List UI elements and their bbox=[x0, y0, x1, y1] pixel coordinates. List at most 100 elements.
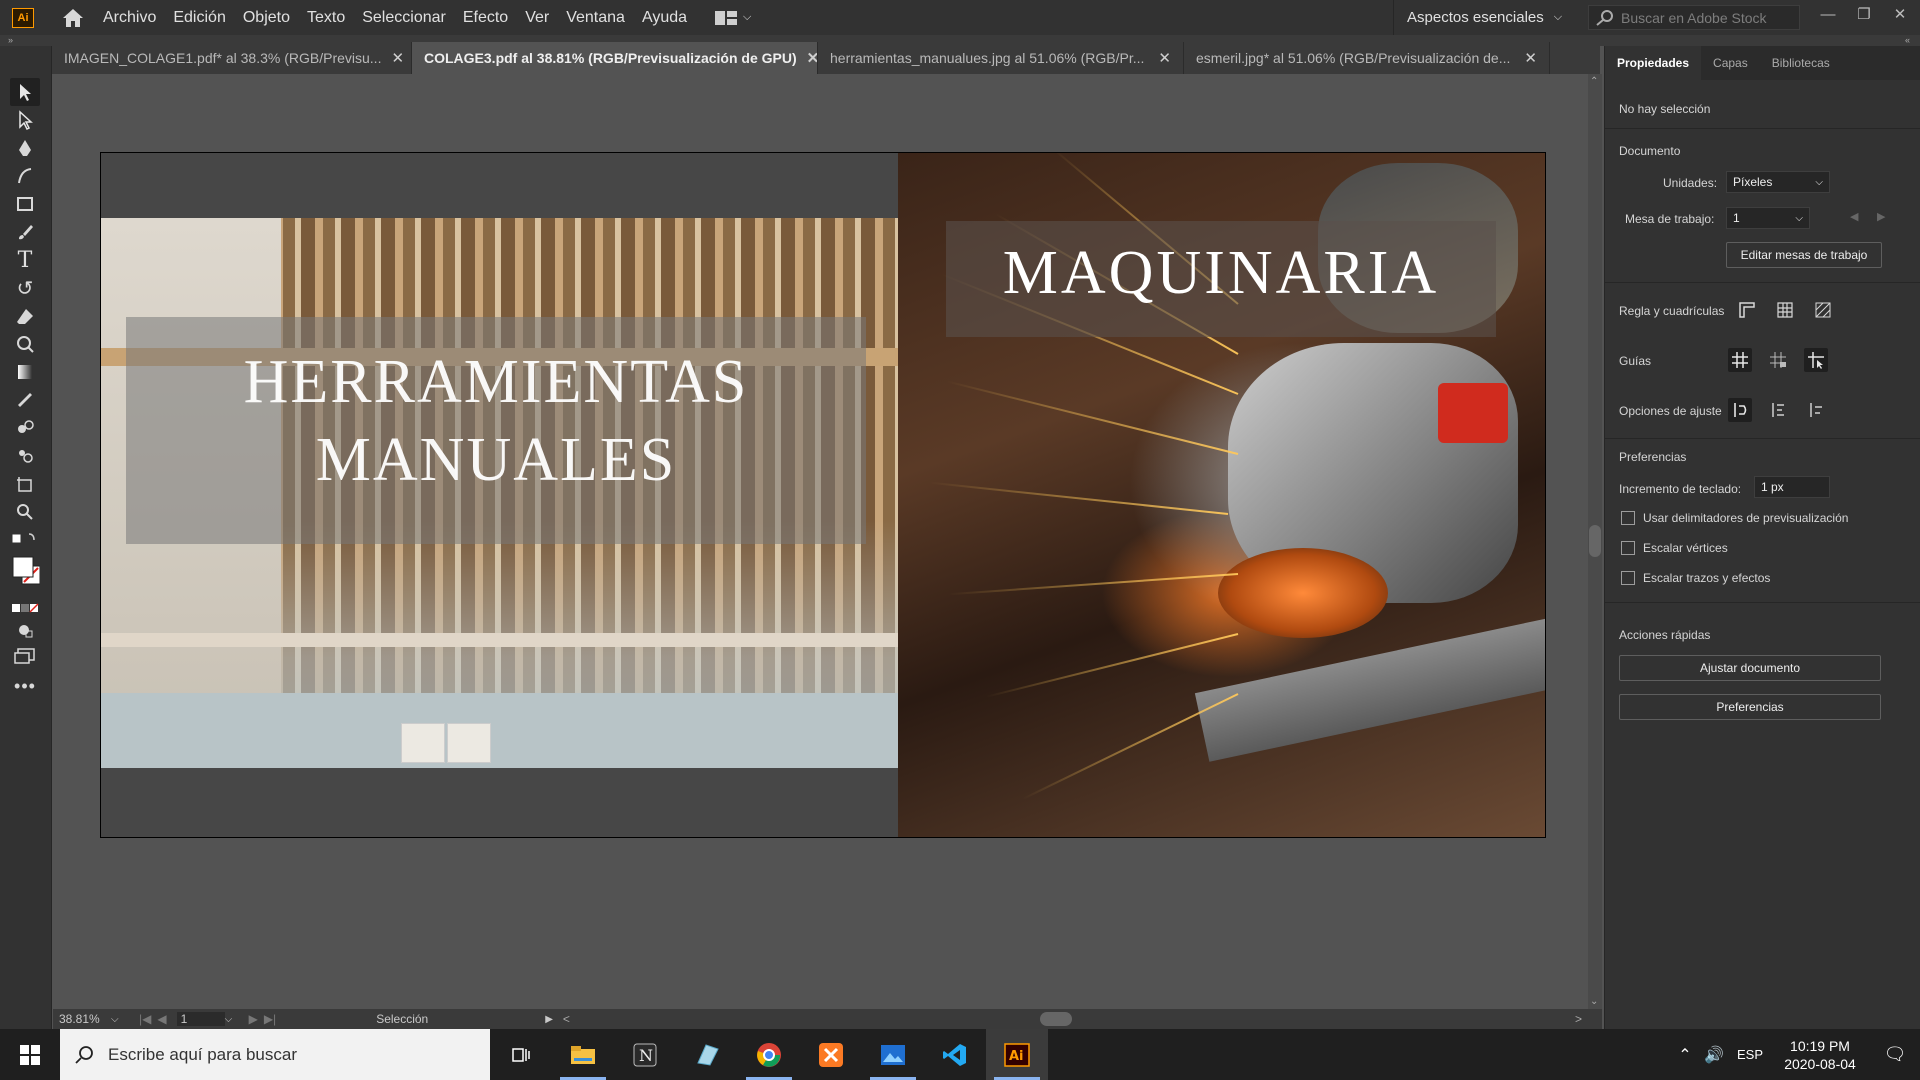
paintbrush-tool-icon[interactable] bbox=[10, 218, 40, 246]
menu-efecto[interactable]: Efecto bbox=[463, 5, 508, 31]
curvature-tool-icon[interactable] bbox=[10, 162, 40, 190]
ruler-icon[interactable] bbox=[1735, 298, 1759, 322]
prev-artboard-icon[interactable]: ◀ bbox=[157, 1012, 166, 1026]
collapse-arrows-icon[interactable]: » bbox=[8, 35, 13, 45]
workspace-switcher[interactable]: Aspectos esenciales ⌵ bbox=[1393, 0, 1578, 35]
ajustar-documento-button[interactable]: Ajustar documento bbox=[1619, 655, 1881, 681]
grid-icon[interactable] bbox=[1773, 298, 1797, 322]
status-menu-icon[interactable]: ▶ bbox=[545, 1014, 553, 1025]
zoom-value[interactable]: 38.81% bbox=[53, 1012, 111, 1026]
incremento-field[interactable]: 1 px bbox=[1754, 476, 1830, 498]
vertical-scrollbar[interactable]: ⌃ ⌄ bbox=[1588, 74, 1602, 1009]
scroll-left-icon[interactable]: < bbox=[563, 1012, 570, 1026]
left-title-text[interactable]: HERRAMIENTAS MANUALES bbox=[126, 343, 866, 499]
next-artboard-icon[interactable]: ▶ bbox=[249, 1012, 258, 1026]
close-icon[interactable]: ✕ bbox=[807, 49, 817, 67]
menu-seleccionar[interactable]: Seleccionar bbox=[362, 5, 446, 31]
draw-mode-icon[interactable] bbox=[10, 616, 40, 644]
menu-edicion[interactable]: Edición bbox=[173, 5, 225, 31]
photos-icon[interactable] bbox=[862, 1029, 924, 1080]
snap-to-point-icon[interactable] bbox=[1728, 398, 1752, 422]
language-indicator[interactable]: ESP bbox=[1730, 1047, 1770, 1062]
gradient-tool-icon[interactable] bbox=[10, 358, 40, 386]
first-artboard-icon[interactable]: |◀ bbox=[139, 1012, 151, 1026]
rotate-tool-icon[interactable]: ↺ bbox=[10, 274, 40, 302]
show-guides-icon[interactable] bbox=[1728, 348, 1752, 372]
scroll-thumb[interactable] bbox=[1589, 525, 1601, 557]
scroll-up-icon[interactable]: ⌃ bbox=[1590, 76, 1598, 87]
checkbox-escalar-vertices[interactable] bbox=[1621, 541, 1635, 555]
chevron-down-icon[interactable]: ⌵ bbox=[225, 1014, 245, 1025]
checkbox-delimitadores[interactable] bbox=[1621, 511, 1635, 525]
scroll-down-icon[interactable]: ⌄ bbox=[1590, 996, 1598, 1007]
artboard-number-field[interactable]: 1 bbox=[176, 1012, 225, 1026]
right-title-text[interactable]: MAQUINARIA bbox=[946, 238, 1496, 309]
chevron-down-icon[interactable]: ⌵ bbox=[111, 1014, 133, 1025]
close-icon[interactable]: ✕ bbox=[1158, 49, 1171, 67]
close-icon[interactable]: ✕ bbox=[391, 49, 404, 67]
preferencias-button[interactable]: Preferencias bbox=[1619, 694, 1881, 720]
eyedropper-tool-icon[interactable] bbox=[10, 386, 40, 414]
grinder-photo[interactable]: MAQUINARIA bbox=[898, 153, 1545, 837]
last-artboard-icon[interactable]: ▶| bbox=[264, 1012, 276, 1026]
horizontal-scroll-thumb[interactable] bbox=[1039, 1012, 1072, 1026]
menu-ver[interactable]: Ver bbox=[525, 5, 549, 31]
screen-mode-icon[interactable] bbox=[10, 642, 40, 670]
notes-icon[interactable] bbox=[676, 1029, 738, 1080]
arrange-documents-button[interactable]: ⌵ bbox=[715, 10, 751, 25]
more-tools-icon[interactable]: ••• bbox=[10, 672, 40, 700]
home-icon[interactable] bbox=[60, 7, 86, 29]
symbol-sprayer-tool-icon[interactable] bbox=[10, 442, 40, 470]
tab-imagen-colage1[interactable]: IMAGEN_COLAGE1.pdf* al 38.3% (RGB/Previs… bbox=[52, 42, 412, 74]
artboard-tool-icon[interactable] bbox=[10, 470, 40, 498]
vscode-icon[interactable] bbox=[924, 1029, 986, 1080]
collapse-arrows-icon[interactable]: « bbox=[1905, 35, 1910, 45]
swap-fill-stroke-icon[interactable] bbox=[10, 524, 40, 552]
chrome-icon[interactable] bbox=[738, 1029, 800, 1080]
pen-tool-icon[interactable] bbox=[10, 134, 40, 162]
editar-mesas-button[interactable]: Editar mesas de trabajo bbox=[1726, 242, 1882, 268]
tab-herramientas[interactable]: herramientas_manualues.jpg al 51.06% (RG… bbox=[818, 42, 1184, 74]
tab-esmeril[interactable]: esmeril.jpg* al 51.06% (RGB/Previsualiza… bbox=[1184, 42, 1550, 74]
artboard[interactable]: HERRAMIENTAS MANUALES MAQUINARIA bbox=[100, 152, 1546, 838]
snap-to-pixel-icon[interactable] bbox=[1766, 398, 1790, 422]
tab-propiedades[interactable]: Propiedades bbox=[1605, 46, 1702, 80]
next-artboard-icon[interactable]: ▶ bbox=[1877, 210, 1885, 223]
unidades-select[interactable]: Píxeles ⌵ bbox=[1726, 171, 1830, 193]
tab-capas[interactable]: Capas bbox=[1701, 46, 1760, 80]
close-icon[interactable]: ✕ bbox=[1524, 49, 1537, 67]
free-transform-tool-icon[interactable] bbox=[10, 330, 40, 358]
menu-texto[interactable]: Texto bbox=[307, 5, 345, 31]
restore-icon[interactable]: ❐ bbox=[1846, 0, 1882, 28]
volume-icon[interactable]: 🔊 bbox=[1698, 1045, 1730, 1065]
menu-ayuda[interactable]: Ayuda bbox=[642, 5, 687, 31]
adobe-stock-search[interactable]: Buscar en Adobe Stock bbox=[1588, 5, 1800, 30]
mesa-select[interactable]: 1 ⌵ bbox=[1726, 207, 1810, 229]
fill-stroke-swatch[interactable] bbox=[10, 554, 40, 588]
close-icon[interactable]: ✕ bbox=[1882, 0, 1918, 28]
task-view-icon[interactable] bbox=[490, 1029, 552, 1080]
taskbar-search[interactable]: Escribe aquí para buscar bbox=[60, 1029, 490, 1080]
menu-objeto[interactable]: Objeto bbox=[243, 5, 290, 31]
xampp-icon[interactable] bbox=[800, 1029, 862, 1080]
tab-bibliotecas[interactable]: Bibliotecas bbox=[1760, 46, 1842, 80]
notifications-icon[interactable]: 🗨 bbox=[1870, 1044, 1920, 1065]
menu-archivo[interactable]: Archivo bbox=[103, 5, 156, 31]
type-tool-icon[interactable]: T bbox=[10, 246, 40, 274]
zoom-tool-icon[interactable] bbox=[10, 498, 40, 526]
selection-tool-icon[interactable] bbox=[10, 78, 40, 106]
clock[interactable]: 10:19 PM 2020-08-04 bbox=[1770, 1037, 1870, 1073]
illustrator-icon[interactable]: Ai bbox=[986, 1029, 1048, 1080]
lock-guides-icon[interactable] bbox=[1766, 348, 1790, 372]
checkbox-escalar-trazos[interactable] bbox=[1621, 571, 1635, 585]
snap-to-glyph-icon[interactable] bbox=[1804, 398, 1828, 422]
eraser-tool-icon[interactable] bbox=[10, 302, 40, 330]
transparency-grid-icon[interactable] bbox=[1811, 298, 1835, 322]
minimize-icon[interactable]: — bbox=[1810, 0, 1846, 28]
scroll-right-icon[interactable]: > bbox=[1575, 1012, 1582, 1026]
blend-tool-icon[interactable] bbox=[10, 414, 40, 442]
prev-artboard-icon[interactable]: ◀ bbox=[1850, 210, 1858, 223]
canvas-area[interactable]: HERRAMIENTAS MANUALES MAQUINARIA bbox=[53, 74, 1588, 1009]
chevron-up-icon[interactable]: ⌃ bbox=[1672, 1045, 1698, 1065]
file-explorer-icon[interactable] bbox=[552, 1029, 614, 1080]
